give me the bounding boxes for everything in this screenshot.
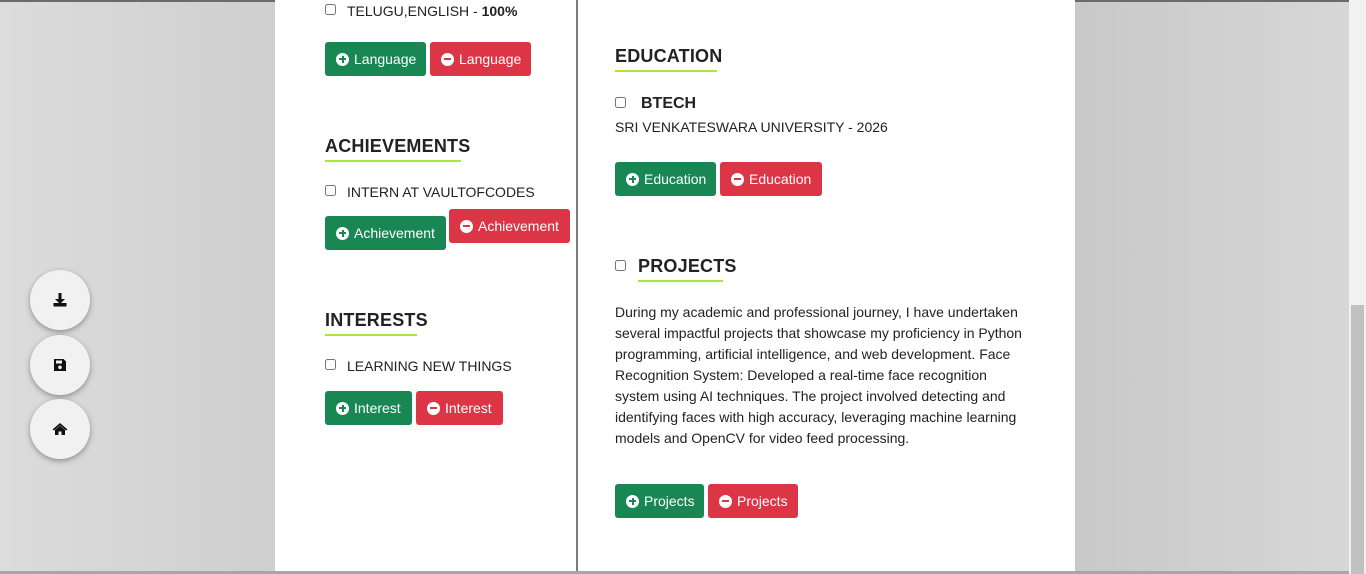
add-achievement-label: Achievement [354,225,435,241]
projects-checkbox[interactable] [615,260,626,271]
projects-description: During my academic and professional jour… [615,304,1022,446]
language-percent: 100% [481,3,518,19]
language-item-text: TELUGU,ENGLISH - [347,3,482,19]
remove-achievement-button[interactable]: Achievement [449,209,570,243]
projects-heading: PROJECTS [638,256,737,276]
download-icon [53,293,67,307]
language-item-checkbox[interactable] [325,4,336,15]
remove-achievement-label: Achievement [478,218,559,234]
interest-item-checkbox[interactable] [325,359,336,370]
remove-education-button[interactable]: Education [720,162,822,196]
achievements-heading: ACHIEVEMENTS [325,136,471,156]
add-interest-label: Interest [354,400,401,416]
scrollbar-thumb[interactable] [1351,305,1364,574]
download-button[interactable] [30,270,90,330]
minus-circle-icon [719,494,732,508]
minus-circle-icon [427,401,440,415]
add-education-label: Education [644,171,707,187]
plus-circle-icon [336,52,349,66]
education-heading: EDUCATION [615,46,723,66]
save-icon [54,359,66,371]
remove-language-button[interactable]: Language [430,42,531,76]
education-item-checkbox[interactable] [615,97,626,108]
achievement-item-checkbox[interactable] [325,185,336,196]
remove-projects-label: Projects [737,493,788,509]
minus-circle-icon [731,172,744,186]
interests-heading: INTERESTS [325,310,428,330]
remove-education-label: Education [749,171,812,187]
home-button[interactable] [30,399,90,459]
interest-item: LEARNING NEW THINGS [347,358,512,374]
projects-underline [638,280,723,282]
plus-circle-icon [626,494,639,508]
remove-projects-button[interactable]: Projects [708,484,798,518]
education-underline [615,70,717,72]
degree-title: BTECH [641,95,697,112]
add-interest-button[interactable]: Interest [325,391,412,425]
language-item: TELUGU,ENGLISH - 100% [347,3,517,19]
vertical-scrollbar[interactable] [1349,0,1366,574]
column-divider [576,0,578,574]
add-achievement-button[interactable]: Achievement [325,216,446,250]
remove-language-label: Language [459,51,522,67]
plus-circle-icon [336,401,349,415]
add-projects-label: Projects [644,493,695,509]
achievements-underline [325,160,461,162]
minus-circle-icon [460,219,473,233]
home-icon [52,423,68,435]
add-projects-button[interactable]: Projects [615,484,704,518]
add-education-button[interactable]: Education [615,162,716,196]
achievement-item: INTERN AT VAULTOFCODES [347,184,535,200]
interests-underline [325,334,417,336]
add-language-label: Language [354,51,417,67]
add-language-button[interactable]: Language [325,42,426,76]
remove-interest-button[interactable]: Interest [416,391,503,425]
minus-circle-icon [441,52,454,66]
plus-circle-icon [336,226,349,240]
resume-page: TELUGU,ENGLISH - 100% Language Language … [275,0,1075,574]
plus-circle-icon [626,172,639,186]
save-button[interactable] [30,335,90,395]
remove-interest-label: Interest [445,400,492,416]
university-text: SRI VENKATESWARA UNIVERSITY - 2026 [615,119,888,135]
